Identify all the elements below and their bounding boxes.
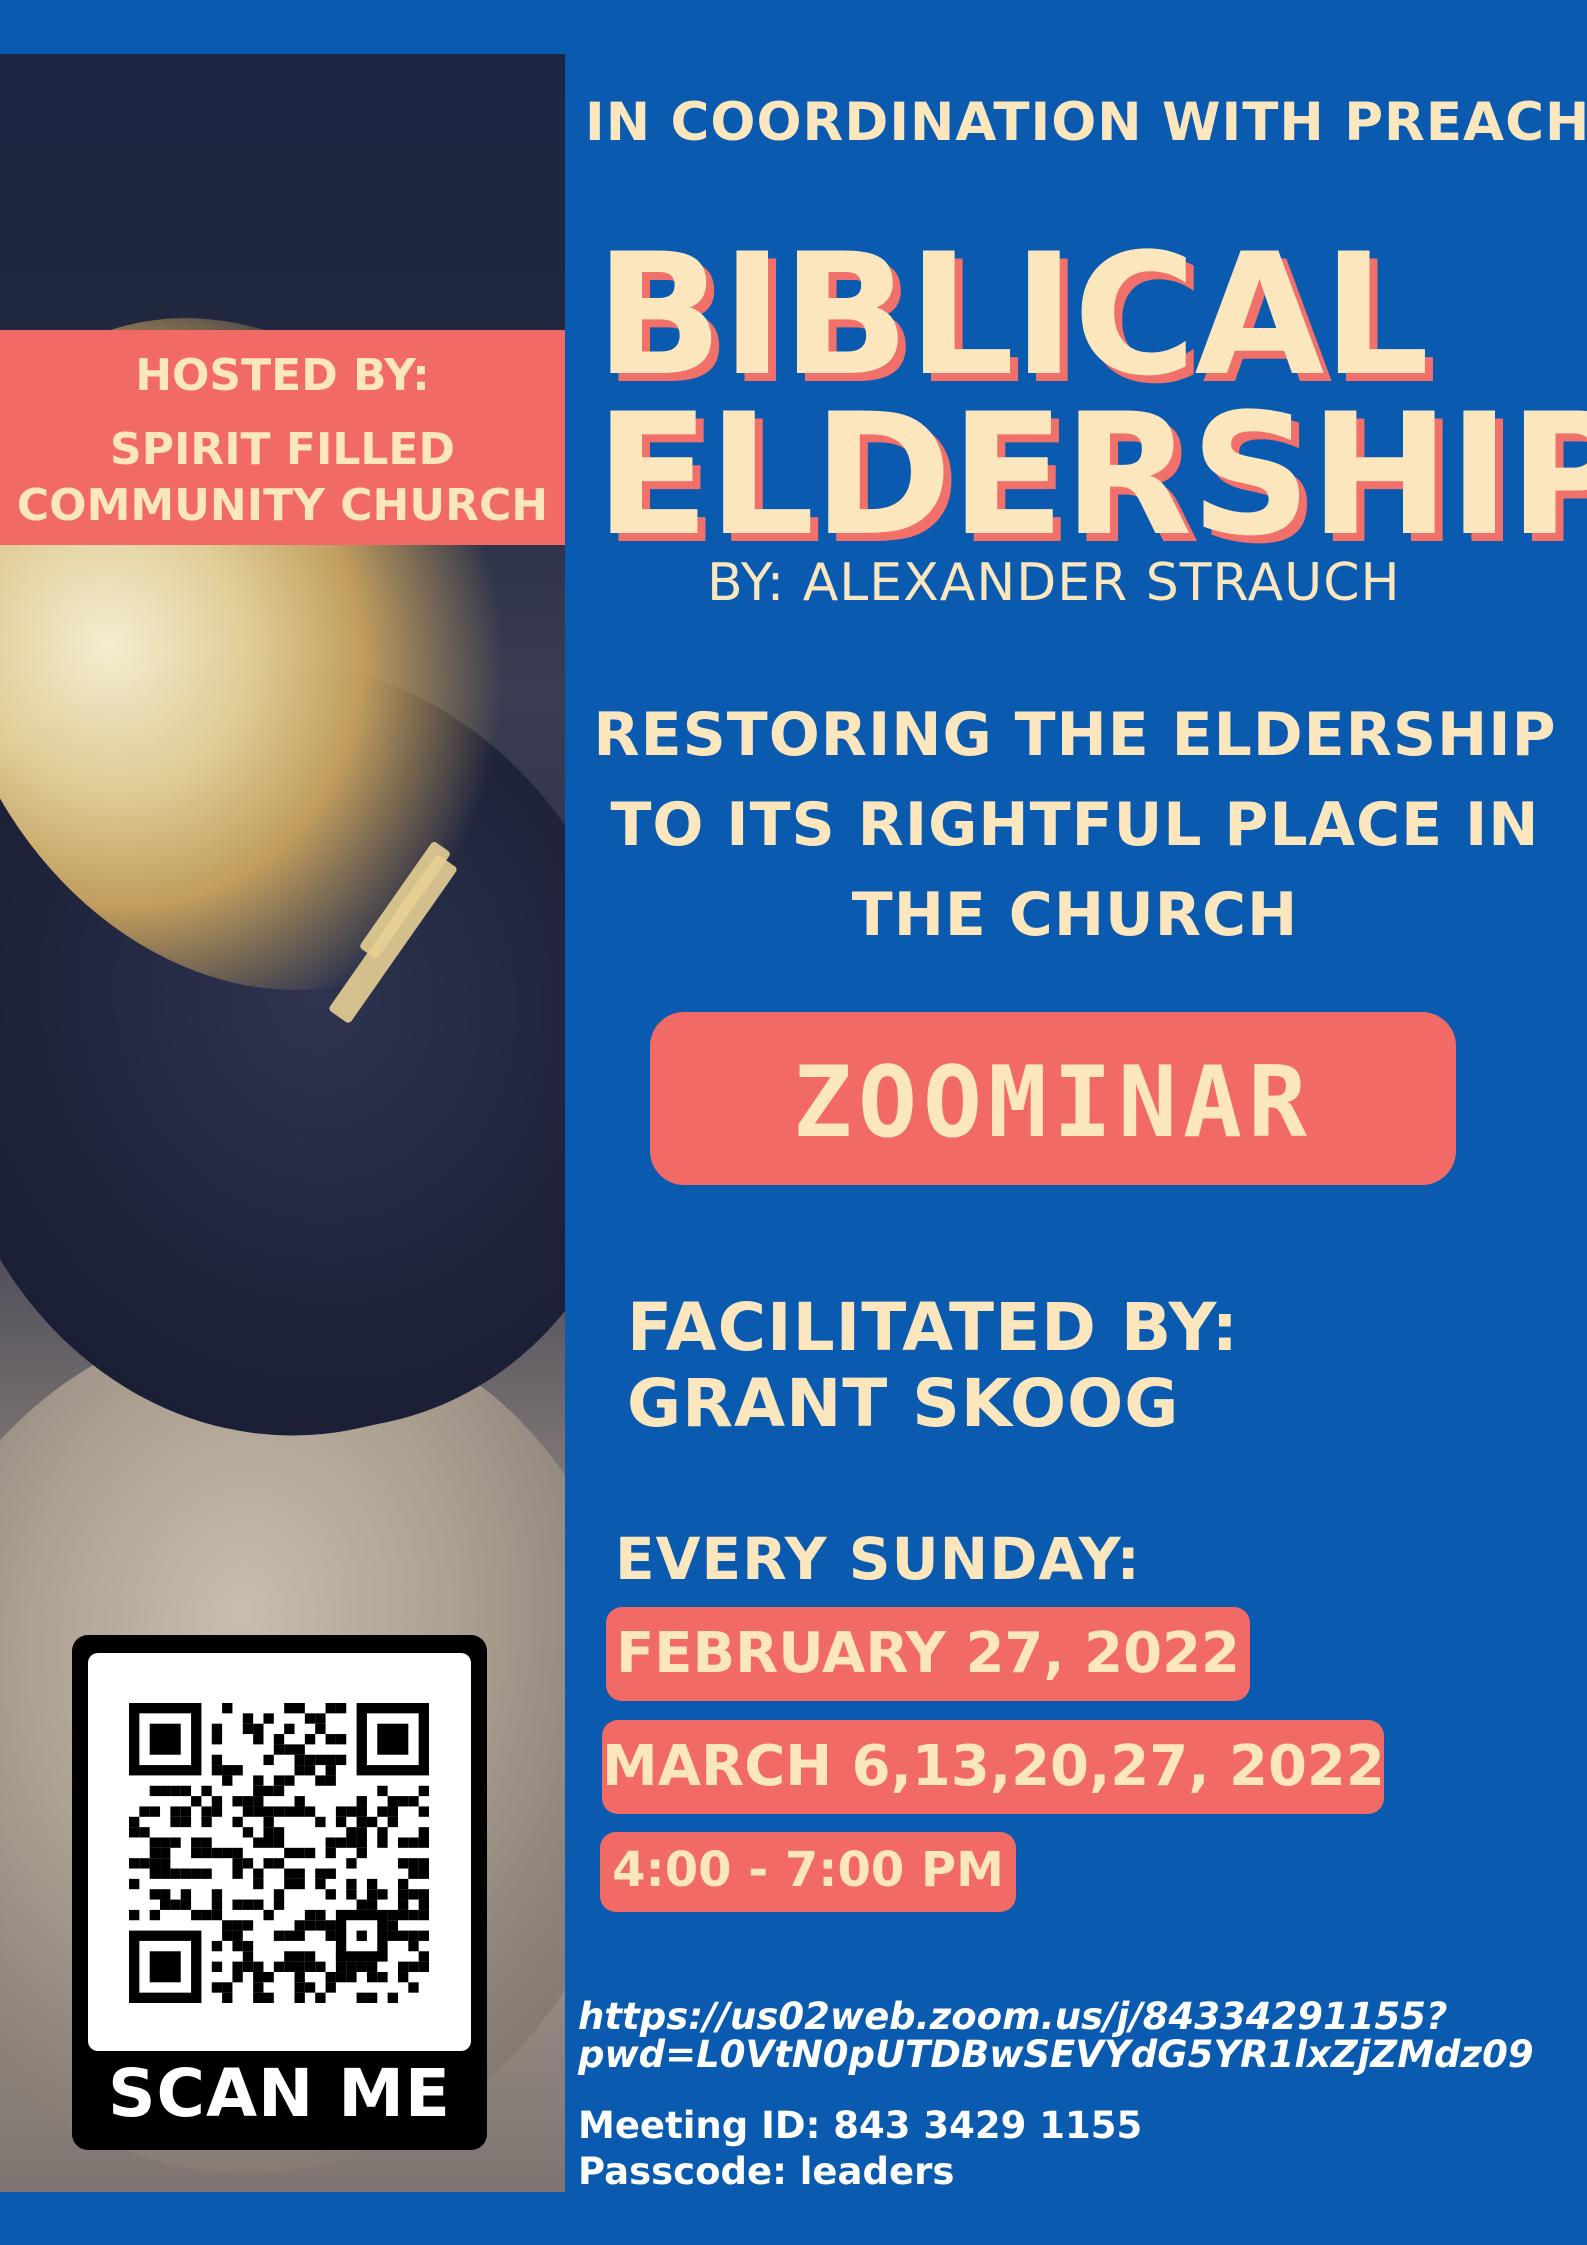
date-march: MARCH 6,13,20,27, 2022 bbox=[602, 1734, 1385, 1799]
facilitator-name: GRANT SKOOG bbox=[627, 1365, 1180, 1442]
facilitator-block: FACILITATED BY: GRANT SKOOG bbox=[627, 1290, 1239, 1442]
hosted-by-ribbon: HOSTED BY: SPIRIT FILLED COMMUNITY CHURC… bbox=[0, 330, 565, 545]
time-pill: 4:00 - 7:00 PM bbox=[600, 1832, 1016, 1912]
meeting-id: Meeting ID: 843 3429 1155 bbox=[578, 2104, 1143, 2147]
date-pill-march: MARCH 6,13,20,27, 2022 bbox=[602, 1720, 1385, 1814]
zoominar-label: ZOOMINAR bbox=[792, 1046, 1313, 1160]
poster: HOSTED BY: SPIRIT FILLED COMMUNITY CHURC… bbox=[0, 0, 1587, 2245]
passcode: Passcode: leaders bbox=[578, 2150, 955, 2193]
qr-code-frame bbox=[88, 1653, 471, 2051]
meeting-info: Meeting ID: 843 3429 1155 Passcode: lead… bbox=[578, 2103, 1142, 2195]
zoom-link[interactable]: https://us02web.zoom.us/j/84334291155? p… bbox=[578, 1998, 1534, 2074]
title-line1: BIBLICAL bbox=[595, 217, 1430, 413]
qr-code-card[interactable]: SCAN ME bbox=[72, 1635, 487, 2150]
time-range: 4:00 - 7:00 PM bbox=[612, 1842, 1004, 1898]
scan-me-label: SCAN ME bbox=[107, 2055, 452, 2132]
date-pill-february: FEBRUARY 27, 2022 bbox=[606, 1607, 1250, 1701]
zoom-link-line1: https://us02web.zoom.us/j/84334291155? bbox=[578, 1995, 1448, 2038]
facilitated-by-label: FACILITATED BY: bbox=[627, 1289, 1240, 1366]
subtitle-text: RESTORING THE ELDERSHIP TO ITS RIGHTFUL … bbox=[593, 700, 1557, 950]
date-february: FEBRUARY 27, 2022 bbox=[615, 1621, 1241, 1686]
host-church-line1: SPIRIT FILLED bbox=[110, 424, 455, 475]
coordination-text: IN COORDINATION WITH PREACH bbox=[585, 92, 1587, 153]
author-text: BY: ALEXANDER STRAUCH bbox=[707, 553, 1401, 613]
title-line2: ELDERSHIP bbox=[595, 377, 1587, 573]
hosted-by-label: HOSTED BY: bbox=[135, 350, 430, 401]
schedule-label: EVERY SUNDAY: bbox=[615, 1525, 1141, 1593]
host-church-name: SPIRIT FILLED COMMUNITY CHURCH bbox=[0, 422, 565, 534]
zoominar-badge: ZOOMINAR bbox=[650, 1012, 1456, 1185]
qr-code-icon bbox=[129, 1703, 429, 2003]
host-church-line2: COMMUNITY CHURCH bbox=[16, 480, 549, 531]
zoom-link-line2: pwd=L0VtN0pUTDBwSEVYdG5YR1lxZjZMdz09 bbox=[578, 2033, 1534, 2076]
